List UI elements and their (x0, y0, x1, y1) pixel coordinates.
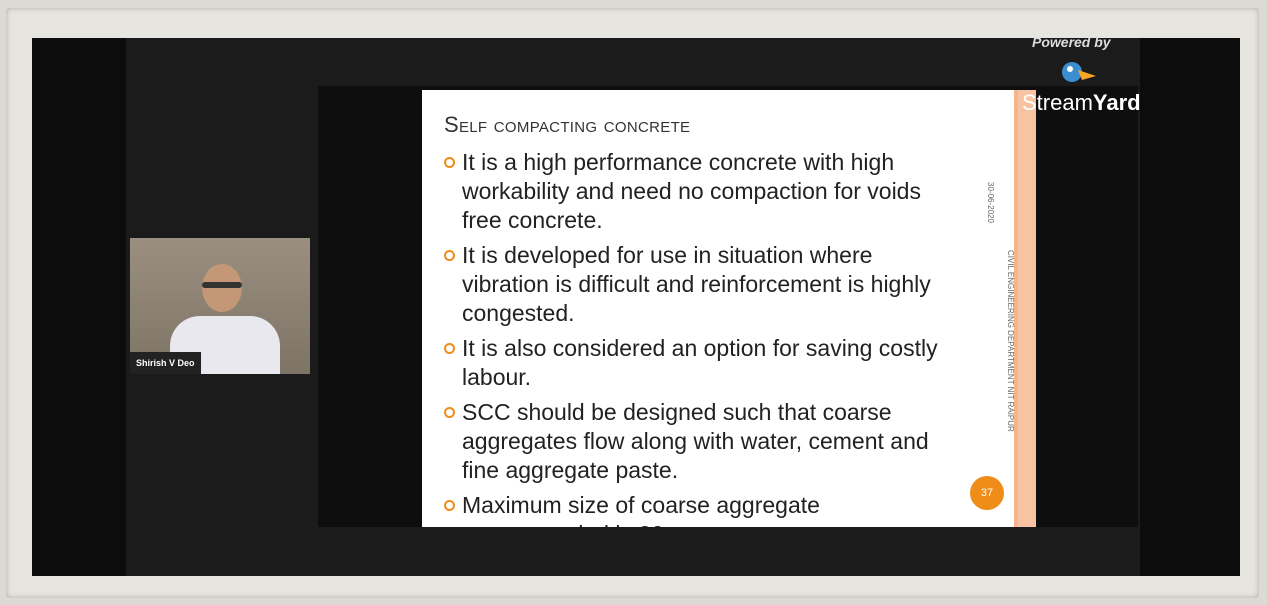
slide-side-stripe (1018, 90, 1036, 527)
bullet-circle-icon (444, 407, 455, 418)
bullet-text: SCC should be designed such that coarse … (462, 399, 929, 483)
bullet-text: It is a high performance concrete with h… (462, 149, 921, 233)
slide-bullet-list: It is a high performance concrete with h… (444, 148, 964, 527)
left-dark-band (32, 38, 126, 576)
bullet-circle-icon (444, 500, 455, 511)
bullet-text: It is developed for use in situation whe… (462, 242, 931, 326)
slide-bullet: SCC should be designed such that coarse … (444, 398, 964, 485)
slide-bullet: It is also considered an option for savi… (444, 334, 964, 392)
speaker-camera-tile: Shirish V Deo (130, 238, 310, 374)
bullet-circle-icon (444, 343, 455, 354)
speaker-head (202, 264, 242, 312)
slide-bullet: Maximum size of coarse aggregate recomme… (444, 491, 964, 527)
powered-by-label: Powered by (1032, 34, 1111, 50)
slide-page-number: 37 (970, 476, 1004, 510)
slide-bullet: It is developed for use in situation whe… (444, 241, 964, 328)
bullet-circle-icon (444, 250, 455, 261)
bullet-circle-icon (444, 157, 455, 168)
slide-title: Self compacting concrete (444, 112, 691, 137)
presentation-slide: Self compacting concrete It is a high pe… (422, 90, 1036, 527)
right-dark-band (1140, 38, 1240, 576)
speaker-name-tag: Shirish V Deo (130, 352, 201, 374)
speaker-glasses (202, 282, 242, 288)
streamyard-logo-icon (1062, 62, 1096, 82)
brand-right: Yard (1092, 90, 1141, 115)
brand-left: Stream (1022, 90, 1093, 115)
bullet-text: It is also considered an option for savi… (462, 335, 938, 390)
slide-bullet: It is a high performance concrete with h… (444, 148, 964, 235)
video-screen: Self compacting concrete It is a high pe… (32, 34, 1240, 576)
slide-date: 30-06-2020 (986, 182, 995, 223)
streamyard-brand: StreamYard (1022, 90, 1141, 116)
bullet-text: Maximum size of coarse aggregate recomme… (462, 492, 820, 527)
